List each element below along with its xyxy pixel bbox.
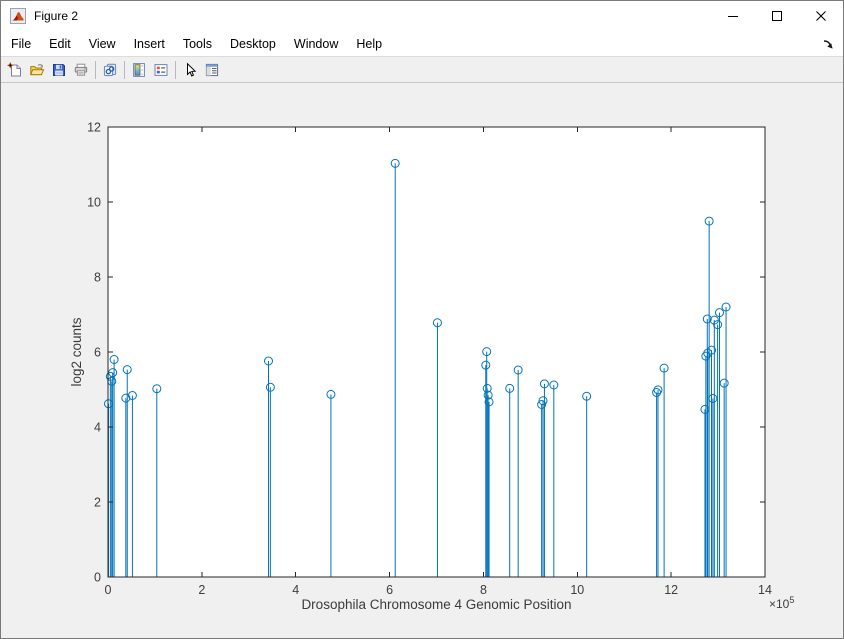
y-axis-label: log2 counts — [69, 317, 84, 386]
y-tick-label: 8 — [94, 271, 101, 285]
x-tick-label: 0 — [105, 583, 112, 597]
x-axis-label: Drosophila Chromosome 4 Genomic Position — [301, 597, 571, 612]
x-tick-label: 2 — [198, 583, 205, 597]
new-figure-icon — [7, 62, 23, 78]
stem-plot: 0 2 4 6 8 10 12 14 0 2 4 6 8 10 12 Drosophila Chromosom… — [1, 83, 843, 638]
y-tick-label: 2 — [94, 496, 101, 510]
figure-toolbar — [1, 57, 843, 83]
open-file-button[interactable] — [26, 59, 48, 81]
y-tick-label: 0 — [94, 571, 101, 585]
title-bar[interactable]: Figure 2 — [1, 1, 843, 31]
link-plot-icon — [102, 62, 118, 78]
toolbar-separator — [175, 61, 176, 79]
close-icon — [813, 8, 829, 24]
y-tick-label: 4 — [94, 421, 101, 435]
menu-bar: FileEditViewInsertToolsDesktopWindowHelp — [1, 31, 843, 57]
minimize-button[interactable] — [711, 1, 755, 31]
figure-canvas: 0 2 4 6 8 10 12 14 0 2 4 6 8 10 12 Drosophila Chromosom… — [1, 83, 843, 638]
menu-item-desktop[interactable]: Desktop — [221, 33, 285, 55]
dock-figure-button[interactable] — [818, 34, 838, 54]
insert-colorbar-button[interactable] — [128, 59, 150, 81]
x-axis-multiplier: ×105 — [769, 595, 794, 611]
figure-window: Figure 2 FileEditViewInsertToolsD — [0, 0, 844, 639]
save-figure-icon — [51, 62, 67, 78]
link-plot-button[interactable] — [99, 59, 121, 81]
window-title: Figure 2 — [34, 9, 711, 23]
y-tick-label: 6 — [94, 346, 101, 360]
property-inspector-icon — [204, 62, 220, 78]
edit-plot-icon — [182, 62, 198, 78]
menu-item-insert[interactable]: Insert — [125, 33, 174, 55]
x-tick-label: 12 — [664, 583, 678, 597]
menu-item-view[interactable]: View — [80, 33, 125, 55]
toolbar-separator — [124, 61, 125, 79]
maximize-icon — [769, 8, 785, 24]
x-tick-label: 6 — [386, 583, 393, 597]
menu-item-tools[interactable]: Tools — [174, 33, 221, 55]
menu-item-edit[interactable]: Edit — [40, 33, 80, 55]
insert-legend-icon — [153, 62, 169, 78]
x-tick-label: 10 — [570, 583, 584, 597]
y-tick-label: 10 — [87, 196, 101, 210]
menu-item-file[interactable]: File — [2, 33, 40, 55]
x-tick-label: 4 — [292, 583, 299, 597]
menu-item-window[interactable]: Window — [285, 33, 347, 55]
dock-figure-icon — [822, 38, 834, 50]
close-button[interactable] — [799, 1, 843, 31]
y-tick-label: 12 — [87, 121, 101, 135]
matlab-logo-icon — [10, 8, 26, 24]
toolbar-separator — [95, 61, 96, 79]
new-figure-button[interactable] — [4, 59, 26, 81]
property-inspector-button[interactable] — [201, 59, 223, 81]
minimize-icon — [725, 8, 741, 24]
plot-area[interactable] — [108, 127, 765, 577]
x-tick-label: 8 — [480, 583, 487, 597]
edit-plot-button[interactable] — [179, 59, 201, 81]
menu-item-help[interactable]: Help — [347, 33, 391, 55]
x-tick-label: 14 — [758, 583, 772, 597]
open-file-icon — [29, 62, 45, 78]
insert-colorbar-icon — [131, 62, 147, 78]
print-figure-icon — [73, 62, 89, 78]
print-figure-button[interactable] — [70, 59, 92, 81]
save-figure-button[interactable] — [48, 59, 70, 81]
maximize-button[interactable] — [755, 1, 799, 31]
insert-legend-button[interactable] — [150, 59, 172, 81]
